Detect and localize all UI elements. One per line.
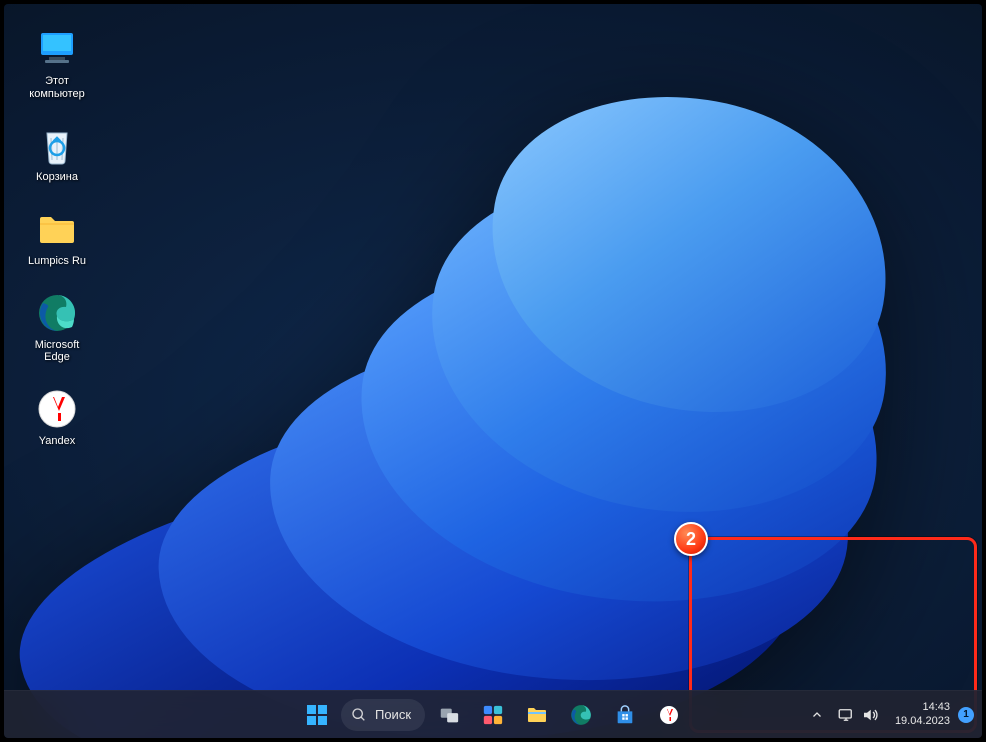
taskbar-taskview-button[interactable] [429,695,469,735]
taskbar: Поиск [4,690,982,738]
search-icon [351,707,367,723]
network-icon [837,706,855,724]
taskview-icon [438,704,460,726]
file-explorer-icon [525,703,549,727]
taskbar-yandex-button[interactable] [649,695,689,735]
monitor-icon [34,26,80,72]
volume-icon [861,706,879,724]
desktop-icon-label: Microsoft Edge [35,339,80,364]
windows-start-icon [305,703,329,727]
desktop-icon-label: Lumpics Ru [28,255,86,268]
taskbar-store-button[interactable] [605,695,645,735]
desktop-icon-label: Этот компьютер [29,75,84,100]
desktop-icon-this-pc[interactable]: Этот компьютер [18,22,96,104]
taskbar-search[interactable]: Поиск [341,699,425,731]
taskbar-search-label: Поиск [375,707,411,722]
systray-time: 14:43 [895,701,950,715]
taskbar-start-button[interactable] [297,695,337,735]
annotation-badge: 2 [674,522,708,556]
recycle-bin-icon [34,122,80,168]
edge-icon [34,290,80,336]
wallpaper-bloom [59,59,959,699]
yandex-icon [34,386,80,432]
taskbar-center-group: Поиск [297,695,689,735]
desktop-icons: Этот компьютер Корзина [18,22,96,451]
taskbar-edge-button[interactable] [561,695,601,735]
systray-overflow-button[interactable] [805,695,829,735]
widgets-icon [482,704,504,726]
chevron-up-icon [811,709,823,721]
systray-quick-settings[interactable] [831,695,885,735]
systray-notification-badge[interactable]: 1 [958,707,974,723]
desktop-icon-edge[interactable]: Microsoft Edge [18,286,96,368]
taskbar-explorer-button[interactable] [517,695,557,735]
desktop-wallpaper: Этот компьютер Корзина [4,4,982,738]
desktop-icon-label: Yandex [39,435,76,448]
systray-clock[interactable]: 14:43 19.04.2023 [887,701,954,729]
desktop-icon-folder[interactable]: Lumpics Ru [18,202,96,272]
desktop-icon-label: Корзина [36,171,78,184]
taskbar-systray: 14:43 19.04.2023 1 [805,695,974,735]
yandex-icon [658,704,680,726]
store-icon [614,704,636,726]
systray-date: 19.04.2023 [895,715,950,729]
desktop-icon-recycle-bin[interactable]: Корзина [18,118,96,188]
desktop-icon-yandex[interactable]: Yandex [18,382,96,452]
folder-icon [34,206,80,252]
edge-icon [569,703,593,727]
taskbar-widgets-button[interactable] [473,695,513,735]
